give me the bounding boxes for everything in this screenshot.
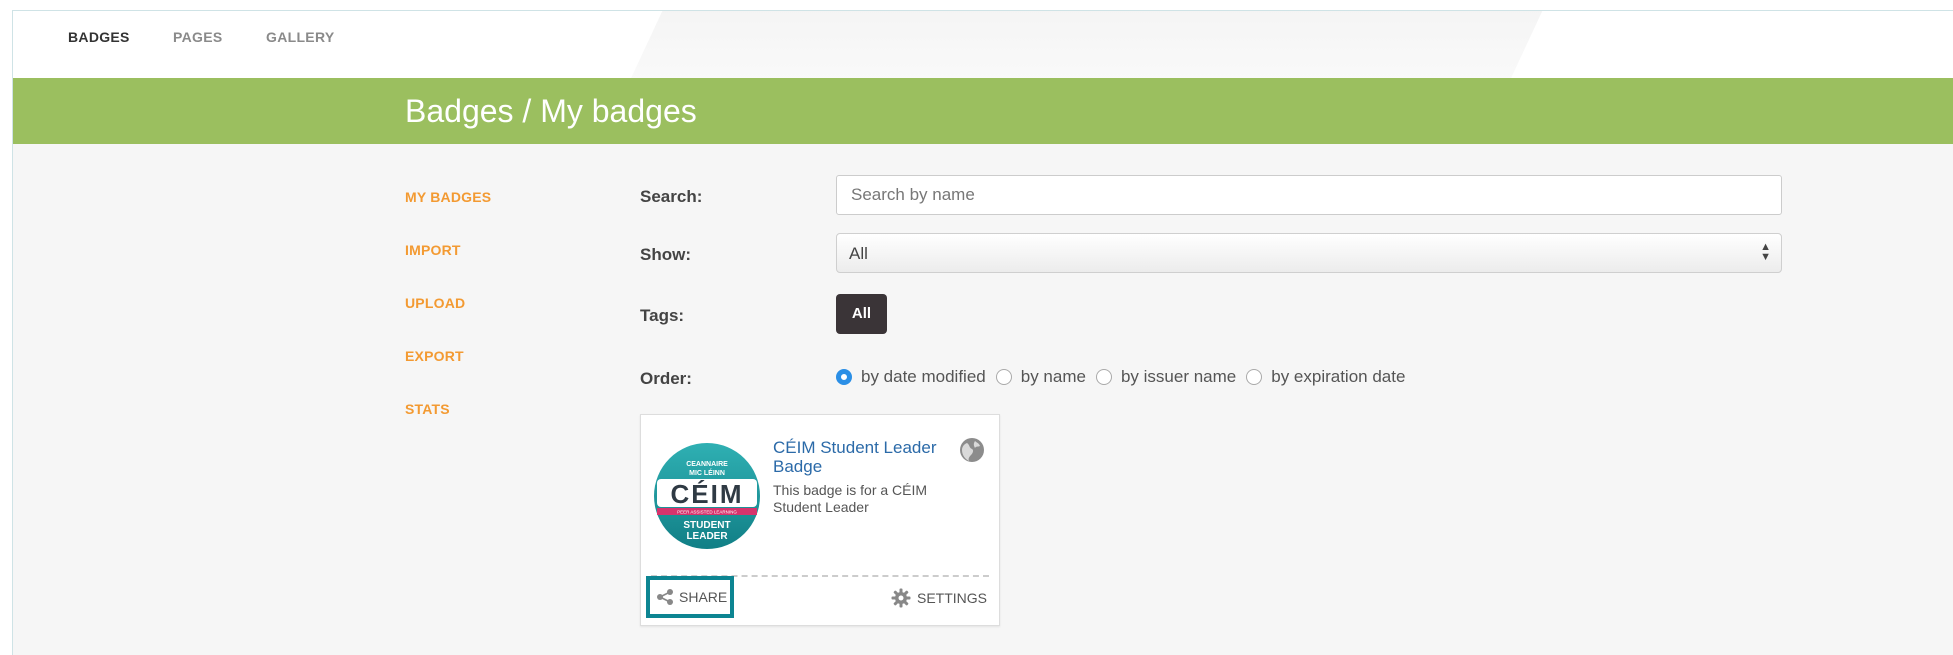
logo-text-top: CEANNAIRE [686, 461, 728, 468]
badge-name-link[interactable]: CÉIM Student Leader Badge [773, 438, 963, 476]
nav-gallery[interactable]: GALLERY [266, 29, 334, 45]
logo-text-top2: MIC LÉINN [689, 468, 725, 477]
order-option-label: by issuer name [1120, 367, 1237, 386]
logo-text-main: CÉIM [671, 479, 744, 509]
settings-label: SETTINGS [916, 590, 987, 606]
logo-text-strip: PEER ASSISTED LEARNING [677, 510, 737, 515]
nav-pages[interactable]: PAGES [173, 29, 222, 45]
order-option-label: by name [1020, 367, 1086, 386]
sidebar-item-my-badges[interactable]: MY BADGES [405, 189, 491, 205]
settings-button[interactable]: SETTINGS [891, 588, 987, 608]
share-button[interactable]: SHARE [646, 576, 734, 618]
app-frame: BADGES PAGES GALLERY Badges / My badges … [12, 10, 1953, 655]
show-select[interactable]: All ▲ ▼ [836, 233, 1782, 273]
header-decoration [625, 11, 1561, 78]
order-label: Order: [640, 369, 692, 388]
globe-icon [960, 438, 984, 462]
sidebar-item-import[interactable]: IMPORT [405, 242, 461, 258]
show-label: Show: [640, 245, 691, 264]
sidebar-item-stats[interactable]: STATS [405, 401, 450, 417]
sidebar-item-export[interactable]: EXPORT [405, 348, 464, 364]
order-options: by date modified by name by issuer name … [836, 367, 1405, 387]
page-title: Badges / My badges [405, 93, 697, 129]
logo-text-bottom: STUDENT [683, 520, 730, 531]
order-radio-name[interactable] [995, 369, 1012, 385]
tags-label: Tags: [640, 306, 685, 325]
badge-logo[interactable]: CEANNAIRE MIC LÉINN CÉIM PEER ASSISTED L… [653, 442, 761, 550]
search-label: Search: [640, 187, 703, 206]
top-navigation: BADGES PAGES GALLERY [13, 11, 1953, 78]
tag-all-button[interactable]: All [836, 294, 887, 334]
order-option-label: by date modified [861, 367, 986, 386]
search-input[interactable] [836, 175, 1782, 215]
select-arrows-icon: ▲ ▼ [1760, 241, 1771, 263]
sidebar-item-upload[interactable]: UPLOAD [405, 295, 465, 311]
share-icon [657, 589, 673, 605]
page-header: Badges / My badges [13, 78, 1953, 144]
show-select-value: All [849, 244, 868, 263]
order-option-label: by expiration date [1271, 367, 1406, 386]
order-radio-date-modified[interactable] [836, 369, 852, 385]
share-label: SHARE [679, 589, 728, 605]
logo-text-bottom2: LEADER [686, 531, 728, 542]
gear-icon [891, 588, 911, 608]
order-radio-issuer-name[interactable] [1095, 369, 1112, 385]
nav-badges[interactable]: BADGES [68, 29, 130, 45]
order-radio-expiration-date[interactable] [1246, 369, 1263, 385]
badge-card: CEANNAIRE MIC LÉINN CÉIM PEER ASSISTED L… [640, 414, 1000, 626]
badge-description: This badge is for a CÉIM Student Leader [773, 482, 928, 515]
